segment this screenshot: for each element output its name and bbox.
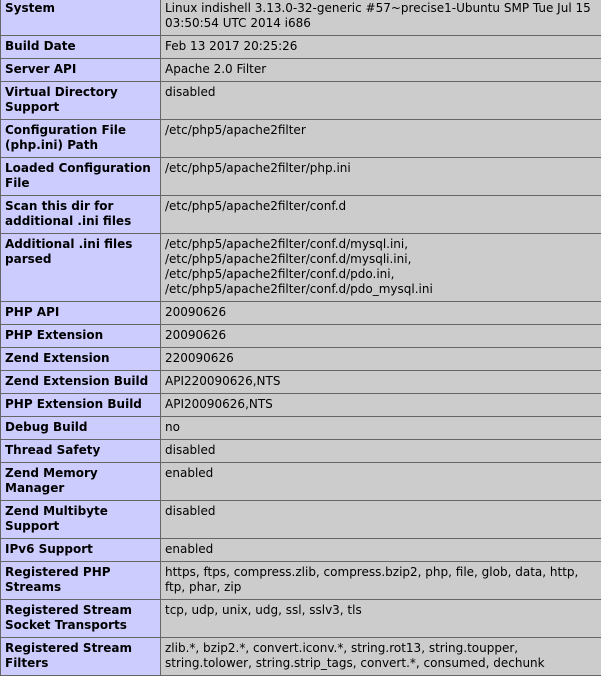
- row-value: API220090626,NTS: [161, 371, 601, 394]
- row-value: zlib.*, bzip2.*, convert.iconv.*, string…: [161, 638, 601, 676]
- row-key: Registered Stream Socket Transports: [1, 600, 161, 638]
- row-key: PHP Extension: [1, 325, 161, 348]
- row-value: /etc/php5/apache2filter/conf.d: [161, 196, 601, 234]
- table-row: Debug Build no: [1, 417, 601, 440]
- row-key: IPv6 Support: [1, 539, 161, 562]
- row-value: Apache 2.0 Filter: [161, 59, 601, 82]
- row-value: disabled: [161, 82, 601, 120]
- row-key: PHP API: [1, 302, 161, 325]
- table-row: Zend Extension Build API220090626,NTS: [1, 371, 601, 394]
- row-value: API20090626,NTS: [161, 394, 601, 417]
- table-row: Loaded Configuration File /etc/php5/apac…: [1, 158, 601, 196]
- table-row: Configuration File (php.ini) Path /etc/p…: [1, 120, 601, 158]
- row-key: Virtual Directory Support: [1, 82, 161, 120]
- row-key: Thread Safety: [1, 440, 161, 463]
- row-value: 220090626: [161, 348, 601, 371]
- row-key: Zend Extension: [1, 348, 161, 371]
- row-key: Server API: [1, 59, 161, 82]
- row-value: enabled: [161, 463, 601, 501]
- row-key: Loaded Configuration File: [1, 158, 161, 196]
- table-row: System Linux indishell 3.13.0-32-generic…: [1, 0, 601, 36]
- row-value: https, ftps, compress.zlib, compress.bzi…: [161, 562, 601, 600]
- row-key: PHP Extension Build: [1, 394, 161, 417]
- row-key: Zend Multibyte Support: [1, 501, 161, 539]
- table-row: Build Date Feb 13 2017 20:25:26: [1, 36, 601, 59]
- row-value: /etc/php5/apache2filter: [161, 120, 601, 158]
- table-row: PHP Extension 20090626: [1, 325, 601, 348]
- php-info-table: System Linux indishell 3.13.0-32-generic…: [0, 0, 601, 676]
- row-key: Registered PHP Streams: [1, 562, 161, 600]
- table-row: Zend Multibyte Support disabled: [1, 501, 601, 539]
- table-row: Additional .ini files parsed /etc/php5/a…: [1, 234, 601, 302]
- php-info-rows: System Linux indishell 3.13.0-32-generic…: [1, 0, 601, 676]
- row-key: Configuration File (php.ini) Path: [1, 120, 161, 158]
- table-row: Registered Stream Socket Transports tcp,…: [1, 600, 601, 638]
- row-value: tcp, udp, unix, udg, ssl, sslv3, tls: [161, 600, 601, 638]
- row-value: no: [161, 417, 601, 440]
- row-key: Debug Build: [1, 417, 161, 440]
- row-key: Registered Stream Filters: [1, 638, 161, 676]
- table-row: PHP API 20090626: [1, 302, 601, 325]
- row-key: Scan this dir for additional .ini files: [1, 196, 161, 234]
- row-key: System: [1, 0, 161, 36]
- row-value: 20090626: [161, 325, 601, 348]
- table-row: IPv6 Support enabled: [1, 539, 601, 562]
- row-value: enabled: [161, 539, 601, 562]
- table-row: Thread Safety disabled: [1, 440, 601, 463]
- table-row: PHP Extension Build API20090626,NTS: [1, 394, 601, 417]
- table-row: Virtual Directory Support disabled: [1, 82, 601, 120]
- table-row: Registered Stream Filters zlib.*, bzip2.…: [1, 638, 601, 676]
- row-value: disabled: [161, 440, 601, 463]
- table-row: Registered PHP Streams https, ftps, comp…: [1, 562, 601, 600]
- table-row: Zend Memory Manager enabled: [1, 463, 601, 501]
- table-row: Server API Apache 2.0 Filter: [1, 59, 601, 82]
- row-key: Build Date: [1, 36, 161, 59]
- row-key: Zend Memory Manager: [1, 463, 161, 501]
- table-row: Scan this dir for additional .ini files …: [1, 196, 601, 234]
- row-value: Feb 13 2017 20:25:26: [161, 36, 601, 59]
- row-value: Linux indishell 3.13.0-32-generic #57~pr…: [161, 0, 601, 36]
- table-row: Zend Extension 220090626: [1, 348, 601, 371]
- row-value: /etc/php5/apache2filter/conf.d/mysql.ini…: [161, 234, 601, 302]
- row-value: /etc/php5/apache2filter/php.ini: [161, 158, 601, 196]
- row-value: 20090626: [161, 302, 601, 325]
- row-value: disabled: [161, 501, 601, 539]
- row-key: Additional .ini files parsed: [1, 234, 161, 302]
- row-key: Zend Extension Build: [1, 371, 161, 394]
